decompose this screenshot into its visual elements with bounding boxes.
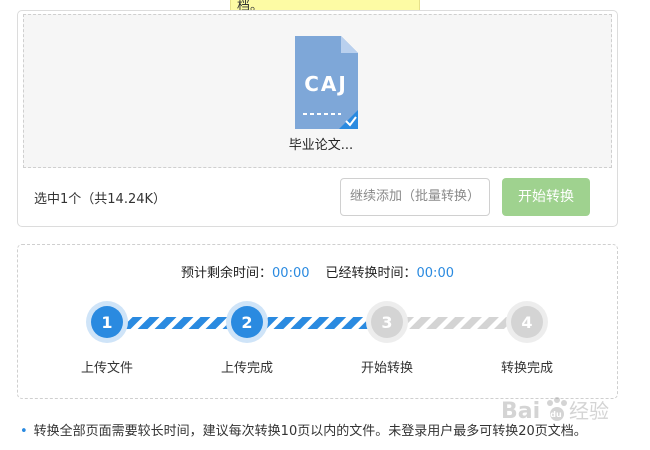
connector-2-3 [266,317,382,329]
selected-count: 选中1个（共14.24K） [34,192,167,207]
conversion-progress-panel: 预计剩余时间：00:00 已经转换时间：00:00 1 2 3 4 上传文件 上… [17,244,618,399]
svg-text:经验: 经验 [569,399,609,423]
step-1-label: 上传文件 [80,361,133,376]
step-2-number: 2 [241,313,252,332]
step-3-label: 开始转换 [360,361,413,376]
baidu-jingyan-watermark-logo: Bai du 经验 [501,397,609,424]
connector-3-4 [406,317,522,329]
caj-file-icon: CAJ [295,36,358,129]
step-4-number: 4 [521,313,532,332]
svg-text:Bai: Bai [501,399,540,424]
upload-panel: CAJ 毕业论文... 选中1个（共14.24K） 继续添加（批量转换） 开始转… [17,10,618,227]
start-convert-button[interactable]: 开始转换 [502,178,590,216]
file-drop-zone[interactable]: CAJ 毕业论文... [23,14,612,168]
continue-add-button[interactable]: 继续添加（批量转换） [340,178,490,216]
file-type-label: CAJ [304,72,348,96]
step-3-number: 3 [381,313,392,332]
file-name: 毕业论文... [288,138,354,153]
step-4-label: 转换完成 [500,361,553,376]
svg-text:du: du [550,410,562,419]
bullet-icon: • [20,424,28,439]
step-progress: 1 2 3 4 [86,301,548,343]
connector-1-2 [126,317,242,329]
step-2-label: 上传完成 [220,361,273,376]
step-1-number: 1 [101,313,112,332]
